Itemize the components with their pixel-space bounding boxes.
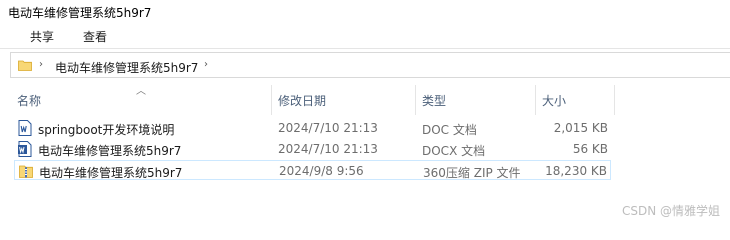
column-divider[interactable] — [415, 85, 416, 115]
file-type: DOC 文档 — [422, 123, 477, 137]
file-size: 56 KB — [572, 142, 608, 156]
window-title: 电动车维修管理系统5h9r7 — [8, 6, 152, 20]
tab-share[interactable]: 共享 — [30, 28, 54, 45]
sort-ascending-icon: ︿ — [136, 86, 146, 97]
file-type: 360压缩 ZIP 文件 — [423, 166, 521, 180]
column-divider[interactable] — [271, 85, 272, 115]
file-name: 电动车维修管理系统5h9r7 — [38, 144, 182, 158]
file-modified: 2024/7/10 21:13 — [278, 121, 378, 135]
file-modified: 2024/9/8 9:56 — [279, 164, 364, 178]
column-header-modified[interactable]: 修改日期 — [278, 92, 326, 109]
column-divider[interactable] — [535, 85, 536, 115]
tab-view[interactable]: 查看 — [83, 28, 107, 45]
file-name: 电动车维修管理系统5h9r7 — [39, 166, 183, 180]
folder-icon — [18, 60, 32, 71]
file-size: 2,015 KB — [553, 121, 608, 135]
breadcrumb-current-folder[interactable]: 电动车维修管理系统5h9r7 — [55, 59, 198, 76]
column-header-size[interactable]: 大小 — [542, 92, 566, 109]
column-divider[interactable] — [614, 85, 615, 115]
word-doc-icon — [18, 120, 32, 136]
file-row-selected[interactable]: 电动车维修管理系统5h9r7 2024/9/8 9:56 360压缩 ZIP 文… — [14, 160, 611, 180]
chevron-right-icon[interactable]: › — [204, 59, 208, 70]
ribbon-divider — [0, 48, 730, 49]
file-row[interactable]: springboot开发环境说明 2024/7/10 21:13 DOC 文档 … — [14, 118, 611, 138]
column-header-type[interactable]: 类型 — [422, 92, 446, 109]
file-row[interactable]: 电动车维修管理系统5h9r7 2024/7/10 21:13 DOCX 文档 5… — [14, 139, 611, 159]
word-docx-icon — [18, 141, 32, 157]
file-modified: 2024/7/10 21:13 — [278, 142, 378, 156]
file-type: DOCX 文档 — [422, 144, 486, 158]
watermark-text: CSDN @情雅学姐 — [621, 204, 720, 218]
file-name: springboot开发环境说明 — [38, 123, 175, 137]
file-size: 18,230 KB — [545, 164, 607, 178]
column-header-name[interactable]: 名称 — [17, 92, 41, 109]
chevron-right-icon[interactable]: › — [39, 59, 43, 70]
zip-archive-icon — [19, 165, 33, 178]
